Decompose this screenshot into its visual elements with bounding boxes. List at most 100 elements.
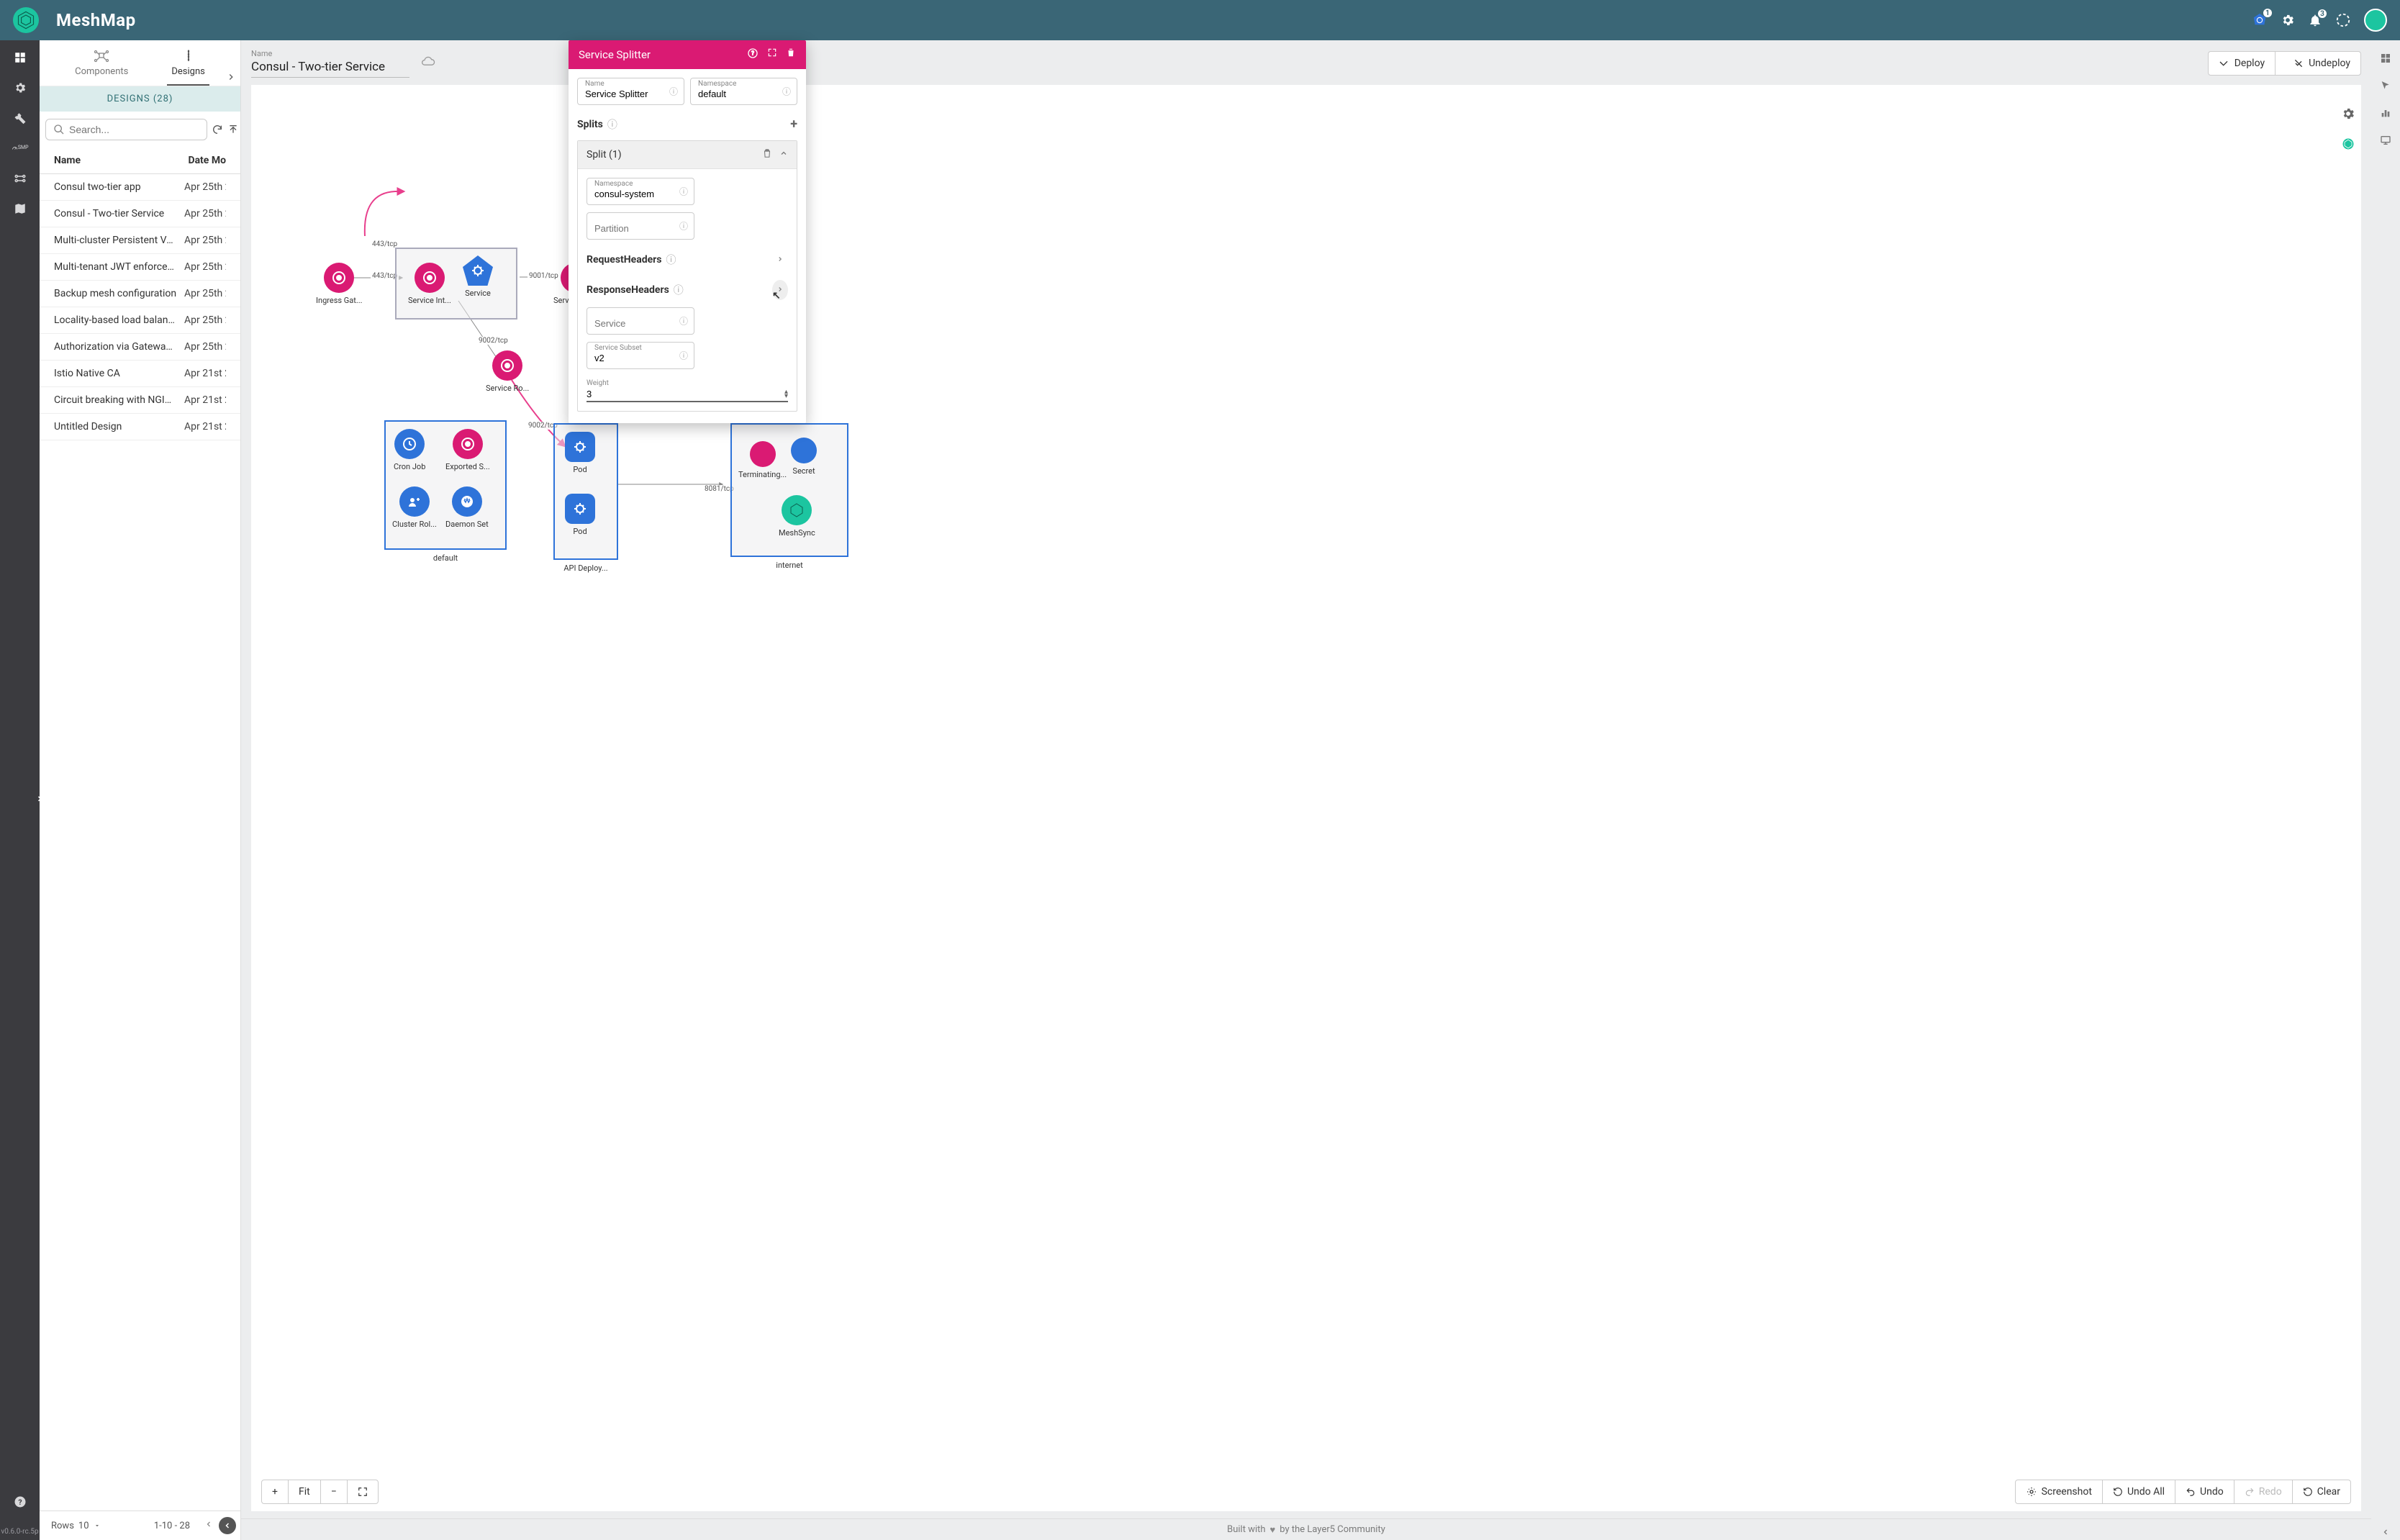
node-exported-service[interactable]: Exported S... — [445, 429, 490, 471]
leftnav-tools-icon[interactable] — [12, 109, 29, 127]
col-date-header[interactable]: Date Mo — [184, 155, 226, 166]
design-name-field[interactable]: Name Consul - Two-tier Service — [251, 49, 409, 78]
logo-icon[interactable] — [13, 7, 39, 33]
leftnav-help-icon[interactable]: ? — [12, 1493, 29, 1510]
upload-icon[interactable] — [227, 122, 239, 137]
leftpanel-collapse-icon[interactable] — [226, 72, 236, 85]
leftnav-dashboard-icon[interactable] — [12, 49, 29, 66]
design-row[interactable]: Untitled DesignApr 21st 2 — [40, 414, 240, 440]
redo-button[interactable]: Redo — [2234, 1480, 2293, 1503]
node-pod-1[interactable]: Pod — [565, 432, 595, 474]
loading-icon[interactable] — [2335, 12, 2351, 28]
split-partition-field[interactable]: ⓘ — [587, 212, 694, 240]
node-cluster-role[interactable]: Cluster Rol... — [392, 486, 437, 529]
design-row[interactable]: Locality-based load balancin...Apr 25th … — [40, 307, 240, 334]
help-icon[interactable]: ⓘ — [669, 86, 678, 98]
design-row[interactable]: Backup mesh configurationApr 25th 2 — [40, 281, 240, 307]
design-row[interactable]: Istio Native CAApr 21st 2 — [40, 361, 240, 387]
prop-name-input[interactable] — [585, 89, 676, 99]
search-input[interactable] — [69, 124, 199, 135]
split-subset-input[interactable] — [594, 353, 687, 363]
design-row[interactable]: Multi-tenant JWT enforcementApr 25th 2 — [40, 254, 240, 281]
help-icon[interactable]: ⓘ — [666, 253, 676, 267]
rightnav-chart-icon[interactable] — [2378, 105, 2394, 121]
help-icon[interactable]: ⓘ — [679, 315, 688, 327]
split-service-input[interactable] — [594, 318, 687, 329]
leftnav-map-icon[interactable] — [12, 200, 29, 217]
deploy-button[interactable]: Deploy — [2209, 52, 2276, 75]
avatar[interactable] — [2364, 9, 2387, 32]
leftnav-perf-icon[interactable]: SMP — [12, 140, 29, 157]
split-ns-input[interactable] — [594, 189, 687, 199]
node-cronjob[interactable]: Cron Job — [394, 429, 425, 471]
prop-expand-icon[interactable] — [767, 47, 777, 62]
rightnav-pointer-icon[interactable] — [2378, 78, 2394, 94]
split-weight-field[interactable]: Weight ▴▾ — [587, 376, 788, 402]
split-partition-input[interactable] — [594, 223, 687, 234]
tab-components[interactable]: Components — [71, 45, 132, 86]
prop-name-field[interactable]: Name ⓘ — [577, 78, 684, 105]
search-input-wrapper[interactable] — [45, 119, 207, 140]
k8s-status-icon[interactable]: 1 — [2252, 12, 2268, 28]
help-icon[interactable]: ⓘ — [782, 86, 791, 98]
leftnav-filters-icon[interactable] — [12, 170, 29, 187]
leftpanel-circle-collapse-icon[interactable] — [219, 1517, 236, 1534]
split-subset-field[interactable]: Service Subset ⓘ — [587, 342, 694, 369]
canvas-settings-icon[interactable] — [2341, 107, 2355, 124]
undo-button[interactable]: Undo — [2175, 1480, 2234, 1503]
help-icon[interactable]: ⓘ — [679, 350, 688, 362]
zoom-in-button[interactable]: + — [262, 1480, 289, 1503]
node-secret[interactable]: Secret — [791, 438, 817, 476]
rightnav-collapse-icon[interactable] — [2378, 1524, 2394, 1540]
pager-perpage-caret-icon[interactable] — [94, 1522, 101, 1529]
weight-stepper-icon[interactable]: ▴▾ — [784, 390, 788, 399]
node-pod-2[interactable]: Pod — [565, 494, 595, 536]
pager-prev-icon[interactable] — [204, 1520, 213, 1531]
undo-all-button[interactable]: Undo All — [2103, 1480, 2175, 1503]
split-delete-icon[interactable] — [762, 148, 772, 161]
tab-designs[interactable]: Designs — [167, 45, 209, 86]
zoom-out-button[interactable]: − — [321, 1480, 348, 1503]
bell-icon[interactable]: 3 — [2308, 13, 2322, 27]
help-icon[interactable]: ⓘ — [679, 220, 688, 232]
prop-delete-icon[interactable] — [786, 47, 796, 62]
fit-button[interactable]: Fit — [289, 1480, 321, 1503]
node-service-router[interactable]: Service Ro... — [486, 350, 529, 393]
design-row[interactable]: Multi-cluster Persistent Volu...Apr 25th… — [40, 227, 240, 254]
node-daemonset[interactable]: Daemon Set — [445, 486, 489, 529]
request-headers-expand-icon[interactable] — [772, 250, 788, 270]
split-ns-field[interactable]: Namespace ⓘ — [587, 178, 694, 205]
help-icon[interactable]: ⓘ — [674, 283, 684, 297]
screenshot-button[interactable]: Screenshot — [2016, 1480, 2103, 1503]
node-service-intentions[interactable]: Service Int... — [408, 263, 451, 305]
design-row[interactable]: Consul - Two-tier ServiceApr 25th 2 — [40, 201, 240, 227]
canvas-mesh-icon[interactable] — [2341, 137, 2355, 154]
refresh-icon[interactable] — [212, 122, 223, 137]
rightnav-grid-icon[interactable] — [2378, 50, 2394, 66]
add-split-icon[interactable]: + — [790, 117, 797, 132]
node-ingress[interactable]: Ingress Gat... — [316, 263, 363, 305]
undeploy-button[interactable]: Undeploy — [2283, 52, 2360, 75]
help-icon[interactable]: ⓘ — [607, 117, 617, 132]
help-icon[interactable]: ⓘ — [679, 186, 688, 198]
leftnav-settings-icon[interactable] — [12, 79, 29, 96]
node-meshsync[interactable]: MeshSync — [779, 495, 815, 538]
node-service[interactable]: Service — [463, 255, 493, 298]
fullscreen-button[interactable] — [348, 1480, 378, 1503]
pager-perpage[interactable]: 10 — [78, 1521, 89, 1531]
prop-namespace-field[interactable]: Namespace ⓘ — [690, 78, 797, 105]
col-name-header[interactable]: Name — [54, 155, 184, 166]
prop-namespace-input[interactable] — [698, 89, 789, 99]
cloud-sync-icon[interactable] — [421, 56, 435, 71]
clear-button[interactable]: Clear — [2293, 1480, 2350, 1503]
split-service-field[interactable]: ⓘ — [587, 307, 694, 335]
canvas[interactable]: 443/tcp 443/tcp 9001/tcp 9002/tcp 9002/t… — [251, 85, 2361, 1511]
rightnav-monitor-icon[interactable] — [2378, 132, 2394, 148]
design-row[interactable]: Authorization via Gateway - ...Apr 25th … — [40, 334, 240, 361]
design-row[interactable]: Consul two-tier appApr 25th 2 — [40, 174, 240, 201]
design-row[interactable]: Circuit breaking with NGINX ...Apr 21st … — [40, 387, 240, 414]
split-collapse-icon[interactable] — [779, 149, 788, 160]
split-weight-input[interactable] — [587, 389, 784, 399]
prop-help-icon[interactable]: ? — [747, 47, 759, 62]
node-terminating[interactable]: Terminating... — [738, 441, 787, 479]
